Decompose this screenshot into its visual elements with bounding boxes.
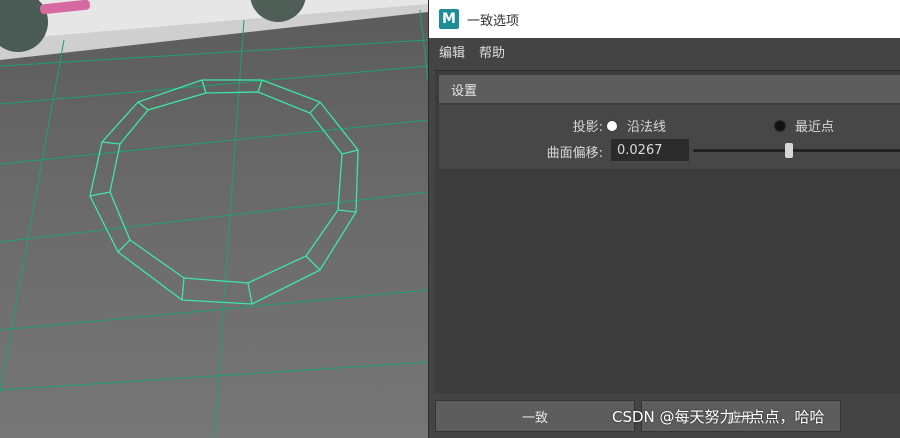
ground-grid	[0, 9, 428, 438]
ring-wireframe	[89, 79, 359, 305]
surface-offset-slider-track[interactable]	[693, 149, 900, 152]
radio-along-normals[interactable]: 沿法线	[607, 116, 666, 135]
maya-logo-icon: M	[439, 9, 459, 29]
projection-label: 投影:	[572, 120, 603, 135]
title-bar[interactable]: M 一致选项	[429, 0, 900, 38]
menu-help[interactable]: 帮助	[479, 42, 505, 61]
settings-body: 投影: 沿法线 最近点 曲面偏移:	[439, 105, 900, 169]
radio-selected-icon	[607, 120, 617, 131]
menu-bar: 编辑 帮助	[429, 38, 900, 64]
surface-offset-label: 曲面偏移:	[546, 146, 603, 161]
radio-closest-point-label: 最近点	[795, 120, 835, 135]
radio-along-normals-label: 沿法线	[627, 120, 667, 135]
section-header-settings[interactable]: 设置	[439, 75, 900, 103]
radio-unselected-icon	[775, 120, 785, 131]
conform-button[interactable]: 一致	[435, 400, 635, 432]
section-title: 设置	[451, 83, 478, 99]
surface-offset-field[interactable]	[611, 139, 689, 161]
window-title: 一致选项	[467, 13, 520, 29]
conform-options-dialog: M 一致选项 编辑 帮助 设置 投影: 沿法线 最近点 曲面偏移: 0.0267…	[428, 0, 900, 438]
radio-closest-point[interactable]: 最近点	[775, 116, 834, 135]
csdn-watermark: CSDN @每天努力一点点，哈哈	[612, 408, 825, 426]
surface-offset-slider-thumb[interactable]	[784, 143, 793, 158]
options-panel: 设置 投影: 沿法线 最近点 曲面偏移:	[435, 70, 900, 393]
viewport-3d[interactable]	[0, 0, 428, 438]
viewport-canvas	[0, 0, 428, 438]
menu-edit[interactable]: 编辑	[439, 42, 465, 61]
